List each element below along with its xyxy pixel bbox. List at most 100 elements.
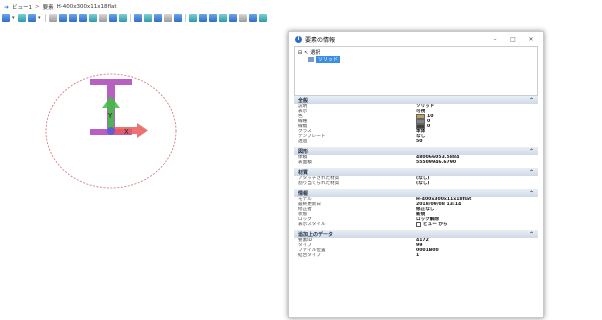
element-info-panel: i 要素の情報 – □ ✕ ⊟ ↖ 選択 ソリッド 全般 ⌃ 説明 ソリッド 表示 可視色… (288, 31, 544, 318)
section-icon[interactable] (219, 13, 227, 22)
property-value-text: ビュー から (423, 222, 448, 227)
property-value-text: (なし) (416, 181, 430, 186)
breadcrumb-item-model[interactable]: H-400x300x11x18flat (57, 4, 117, 10)
section-header[interactable]: 材質 ⌃ (294, 168, 538, 176)
property-value-text: 55509946.6790 (416, 160, 457, 165)
fit-icon[interactable] (89, 13, 97, 22)
section-header[interactable]: 情報 ⌃ (294, 189, 538, 197)
property-key: 表示スタイル (298, 222, 326, 227)
zoom-in-icon[interactable] (69, 13, 77, 22)
property-value-text: 50 (416, 139, 423, 144)
chevron-up-icon[interactable]: ⌃ (529, 148, 534, 155)
toolbar-divider (130, 13, 131, 22)
section-title: 材質 (298, 169, 309, 176)
chevron-up-icon[interactable]: ⌃ (529, 97, 534, 104)
section-header[interactable]: 全般 ⌃ (294, 96, 538, 104)
section-header[interactable]: 追加上のデータ ⌃ (294, 230, 538, 238)
maximize-button[interactable]: □ (507, 36, 519, 43)
tree-root-label: 選択 (310, 50, 321, 56)
tree-child-label[interactable]: ソリッド (316, 56, 341, 63)
property-section: 図形 ⌃ 体積 480066053.5884 表面積 55509946.6790 (294, 147, 538, 165)
save-icon[interactable] (28, 13, 36, 22)
beam-top-flange (90, 79, 132, 85)
tree-node-solid[interactable]: ソリッド (298, 56, 534, 63)
help-icon[interactable] (259, 13, 267, 22)
tree-node-root[interactable]: ⊟ ↖ 選択 (298, 49, 534, 57)
zoom-out-icon[interactable] (79, 13, 87, 22)
solid-icon (308, 57, 314, 62)
render-icon[interactable] (174, 13, 182, 22)
selection-tree[interactable]: ⊟ ↖ 選択 ソリッド (294, 46, 538, 96)
filter-icon[interactable] (144, 13, 152, 22)
property-value[interactable]: 50 (416, 139, 538, 144)
minimize-button[interactable]: – (489, 36, 501, 43)
breadcrumb: ➜ ビュー1 > 要素 H-400x300x11x18flat (4, 3, 117, 12)
layer-icon[interactable] (154, 13, 162, 22)
property-key: 割り当てられた材質 (298, 181, 340, 186)
breadcrumb-item-element[interactable]: 要素 (43, 3, 54, 11)
chevron-up-icon[interactable]: ⌃ (529, 190, 534, 197)
forward-arrow-icon[interactable]: ➜ (4, 4, 9, 11)
toolbar-divider (185, 13, 186, 22)
property-section: 材質 ⌃ アタッチされた材質 (なし) 割り当てられた材質 (なし) (294, 168, 538, 186)
property-key: 結合タイプ (298, 253, 321, 258)
model-canvas[interactable]: Y X (36, 64, 186, 196)
snap-icon[interactable] (109, 13, 117, 22)
x-axis-arrowhead (137, 123, 148, 138)
section-title: 情報 (298, 190, 309, 197)
property-value[interactable]: 55509946.6790 (416, 160, 538, 165)
new-icon[interactable] (2, 13, 10, 22)
y-axis-label: Y (107, 112, 113, 120)
view-icon[interactable] (164, 13, 172, 22)
property-row[interactable]: 透過 50 (294, 139, 538, 144)
panel-titlebar[interactable]: i 要素の情報 – □ ✕ (289, 32, 543, 46)
property-key: 透過 (298, 139, 308, 144)
measure-icon[interactable] (209, 13, 217, 22)
section-title: 図形 (298, 148, 309, 155)
property-value[interactable]: 1 (416, 253, 538, 258)
chevron-up-icon[interactable]: ⌃ (529, 231, 534, 238)
breadcrumb-separator: > (35, 4, 40, 10)
light-icon[interactable] (229, 13, 237, 22)
property-section: 全般 ⌃ 説明 ソリッド 表示 可視色 10 線種 0 線幅 0 クラス 本体 テンプレート なし 透過 50 (294, 96, 538, 144)
origin-marker (107, 127, 115, 135)
property-value[interactable]: (なし) (416, 181, 538, 186)
chevron-up-icon[interactable]: ⌃ (529, 169, 534, 176)
panel-title: 要素の情報 (305, 36, 336, 44)
property-value-text: 1 (416, 253, 420, 258)
section-title: 全般 (298, 97, 309, 104)
open-icon[interactable] (18, 13, 26, 22)
copy-icon[interactable] (119, 13, 127, 22)
chevron-down-icon[interactable]: ▾ (38, 14, 42, 22)
pointer-icon: ↖ (304, 49, 309, 56)
property-key: 表面積 (298, 160, 312, 165)
zoom-icon[interactable] (59, 13, 67, 22)
print-icon[interactable] (49, 13, 57, 22)
property-value[interactable]: ビュー から (416, 222, 538, 227)
property-sections: 全般 ⌃ 説明 ソリッド 表示 可視色 10 線種 0 線幅 0 クラス 本体 テンプレート なし 透過 50 図… (294, 96, 538, 261)
property-row[interactable]: 結合タイプ 1 (294, 253, 538, 258)
close-button[interactable]: ✕ (525, 36, 537, 43)
chevron-down-icon[interactable]: ▾ (12, 14, 16, 22)
x-axis-label: X (124, 128, 129, 136)
checkbox[interactable] (416, 222, 421, 227)
property-row[interactable]: 表示スタイル ビュー から (294, 222, 538, 227)
collapse-icon[interactable]: ⊟ (298, 50, 302, 56)
property-section: 情報 ⌃ モデル H-400x300x11x18flat 最終更新日 2018/09/08… (294, 189, 538, 227)
material-icon[interactable] (189, 13, 197, 22)
camera-icon[interactable] (239, 13, 247, 22)
property-section: 追加上のデータ ⌃ 要素ID 4172 タイプ 99 ファイル位置 0001B00 結合タイプ 1 (294, 230, 538, 258)
info-icon: i (295, 35, 302, 43)
toolbar-divider (45, 13, 46, 22)
export-icon[interactable] (249, 13, 257, 22)
model-viewport[interactable]: Y X (36, 64, 186, 196)
grid-icon[interactable] (99, 13, 107, 22)
section-header[interactable]: 図形 ⌃ (294, 147, 538, 155)
property-row[interactable]: 表面積 55509946.6790 (294, 160, 538, 165)
property-row[interactable]: 割り当てられた材質 (なし) (294, 181, 538, 186)
paste-icon[interactable] (134, 13, 142, 22)
y-axis-arrowhead (102, 96, 120, 108)
pointer-icon[interactable] (199, 13, 207, 22)
breadcrumb-item-view[interactable]: ビュー1 (12, 3, 32, 11)
main-toolbar: ▾ ▾ (2, 12, 362, 23)
